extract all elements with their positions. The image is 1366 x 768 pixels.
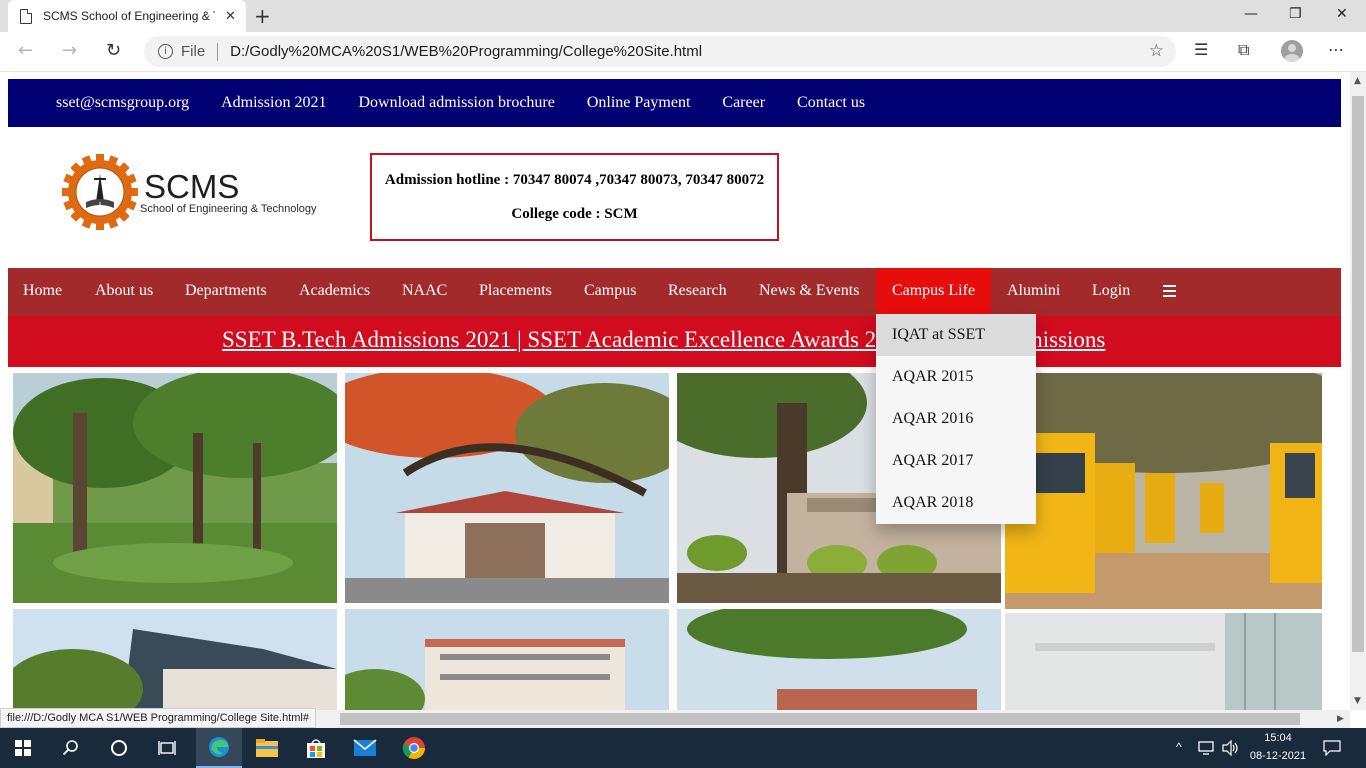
windows-logo-icon <box>15 740 31 756</box>
notification-center-icon[interactable] <box>1323 740 1341 756</box>
main-navigation: Home About us Departments Academics NAAC… <box>8 268 1341 316</box>
announcement-banner: SSET B.Tech Admissions 2021 | SSET Acade… <box>8 316 1341 367</box>
chrome-button[interactable] <box>391 728 437 768</box>
minimize-button[interactable]: — <box>1244 6 1258 22</box>
favorite-star-icon[interactable]: ☆ <box>1149 41 1164 61</box>
page-viewport: sset@scmsgroup.org Admission 2021 Downlo… <box>0 72 1350 710</box>
dropdown-aqar-2018[interactable]: AQAR 2018 <box>876 482 1036 524</box>
campus-photo-block <box>345 609 669 710</box>
store-button[interactable] <box>293 728 339 768</box>
mail-button[interactable] <box>342 728 388 768</box>
campus-photo-leaves <box>677 609 1001 710</box>
task-view-icon <box>158 741 176 755</box>
campus-life-dropdown: IQAT at SSET AQAR 2015 AQAR 2016 AQAR 20… <box>876 314 1036 524</box>
tab-title: SCMS School of Engineering & T <box>43 9 215 23</box>
nav-about-us[interactable]: About us <box>95 268 153 316</box>
email-link[interactable]: sset@scmsgroup.org <box>56 94 189 112</box>
nav-naac[interactable]: NAAC <box>402 268 447 316</box>
scroll-down-arrow-icon[interactable]: ▼ <box>1354 696 1361 706</box>
logo-title: SCMS <box>144 168 240 205</box>
search-icon <box>62 740 78 756</box>
scroll-up-arrow-icon[interactable]: ▲ <box>1354 76 1361 86</box>
collections-icon[interactable]: ⧉ <box>1238 40 1249 60</box>
college-code: College code : SCM <box>511 206 638 222</box>
scroll-right-arrow-icon[interactable]: ▶ <box>1337 714 1344 724</box>
gear-emblem-icon <box>62 154 138 230</box>
address-input[interactable]: i File D:/Godly%20MCA%20S1/WEB%20Program… <box>144 36 1176 67</box>
close-tab-icon[interactable]: ✕ <box>225 9 236 24</box>
admission-link[interactable]: Admission 2021 <box>221 94 326 112</box>
clock-date[interactable]: 08-12-2021 <box>1246 750 1310 762</box>
campus-photo-trees <box>13 373 337 603</box>
browser-tab-strip: SCMS School of Engineering & T ✕ + — ❐ ✕ <box>0 0 1366 32</box>
online-payment-link[interactable]: Online Payment <box>587 94 691 112</box>
admission-hotline-box: Admission hotline : 70347 80074 ,70347 8… <box>370 153 779 241</box>
hamburger-menu-icon[interactable] <box>1163 285 1176 297</box>
nav-news-events[interactable]: News & Events <box>759 268 859 316</box>
campus-photo-building-roof <box>13 609 337 710</box>
dropdown-aqar-2015[interactable]: AQAR 2015 <box>876 356 1036 398</box>
search-button[interactable] <box>48 728 94 768</box>
chrome-browser-icon <box>402 737 425 759</box>
url-text[interactable]: D:/Godly%20MCA%20S1/WEB%20Programming/Co… <box>230 43 702 60</box>
cortana-circle-icon <box>111 740 127 756</box>
nav-campus[interactable]: Campus <box>584 268 636 316</box>
college-logo[interactable]: SCMS School of Engineering & Technology <box>60 152 330 232</box>
profile-avatar[interactable] <box>1281 40 1303 62</box>
page-icon <box>20 8 32 24</box>
forward-arrow-icon[interactable]: → <box>62 40 77 61</box>
horizontal-scroll-thumb[interactable] <box>340 713 1300 725</box>
info-icon[interactable]: i <box>158 44 173 59</box>
address-bar-row: ← → ↻ i File D:/Godly%20MCA%20S1/WEB%20P… <box>0 32 1366 72</box>
nav-home[interactable]: Home <box>23 268 62 316</box>
restore-button[interactable]: ❐ <box>1289 6 1302 22</box>
clock-time[interactable]: 15:04 <box>1246 732 1310 744</box>
edge-browser-icon <box>209 737 229 757</box>
task-view-button[interactable] <box>144 728 190 768</box>
vertical-scrollbar[interactable]: ▲ ▼ <box>1350 72 1366 710</box>
cortana-button[interactable] <box>96 728 142 768</box>
nav-placements[interactable]: Placements <box>479 268 552 316</box>
close-window-button[interactable]: ✕ <box>1336 6 1348 22</box>
volume-icon[interactable] <box>1222 740 1240 756</box>
nav-academics[interactable]: Academics <box>299 268 370 316</box>
scheme-label: File <box>181 43 206 60</box>
status-link-preview: file:///D:/Godly MCA S1/WEB Programming/… <box>0 708 316 728</box>
file-explorer-button[interactable] <box>244 728 290 768</box>
career-link[interactable]: Career <box>722 94 765 112</box>
campus-photo-hall <box>1005 613 1322 710</box>
nav-research[interactable]: Research <box>668 268 727 316</box>
campus-photo-gate <box>345 373 669 603</box>
back-arrow-icon[interactable]: ← <box>18 40 33 61</box>
logo-subtitle: School of Engineering & Technology <box>140 203 317 215</box>
nav-campus-life[interactable]: Campus Life <box>876 268 991 316</box>
dropdown-iqat[interactable]: IQAT at SSET <box>876 314 1036 356</box>
hotline-numbers: Admission hotline : 70347 80074 ,70347 8… <box>384 172 765 188</box>
favorites-list-icon[interactable]: ☰ <box>1194 40 1208 59</box>
show-hidden-icons-chevron-icon[interactable]: ^ <box>1176 740 1182 754</box>
store-bag-icon <box>307 739 325 758</box>
top-contact-bar: sset@scmsgroup.org Admission 2021 Downlo… <box>8 79 1341 127</box>
folder-icon <box>256 739 278 757</box>
nav-login[interactable]: Login <box>1092 268 1130 316</box>
contact-link[interactable]: Contact us <box>797 94 865 112</box>
nav-alumini[interactable]: Alumini <box>1007 268 1060 316</box>
start-button[interactable] <box>0 728 46 768</box>
edge-taskbar-button[interactable] <box>196 728 242 768</box>
mail-envelope-icon <box>353 739 377 756</box>
windows-taskbar: ^ 15:04 08-12-2021 <box>0 728 1366 768</box>
brochure-link[interactable]: Download admission brochure <box>358 94 554 112</box>
campus-photo-buses <box>1005 373 1322 609</box>
vertical-scroll-thumb[interactable] <box>1352 96 1364 652</box>
divider <box>217 42 219 61</box>
reload-icon[interactable]: ↻ <box>106 40 121 61</box>
browser-tab[interactable]: SCMS School of Engineering & T ✕ <box>8 0 246 32</box>
dropdown-aqar-2017[interactable]: AQAR 2017 <box>876 440 1036 482</box>
new-tab-button[interactable]: + <box>254 4 271 28</box>
more-menu-icon[interactable]: ⋯ <box>1328 40 1344 59</box>
network-icon[interactable] <box>1198 741 1216 755</box>
nav-departments[interactable]: Departments <box>185 268 267 316</box>
dropdown-aqar-2016[interactable]: AQAR 2016 <box>876 398 1036 440</box>
